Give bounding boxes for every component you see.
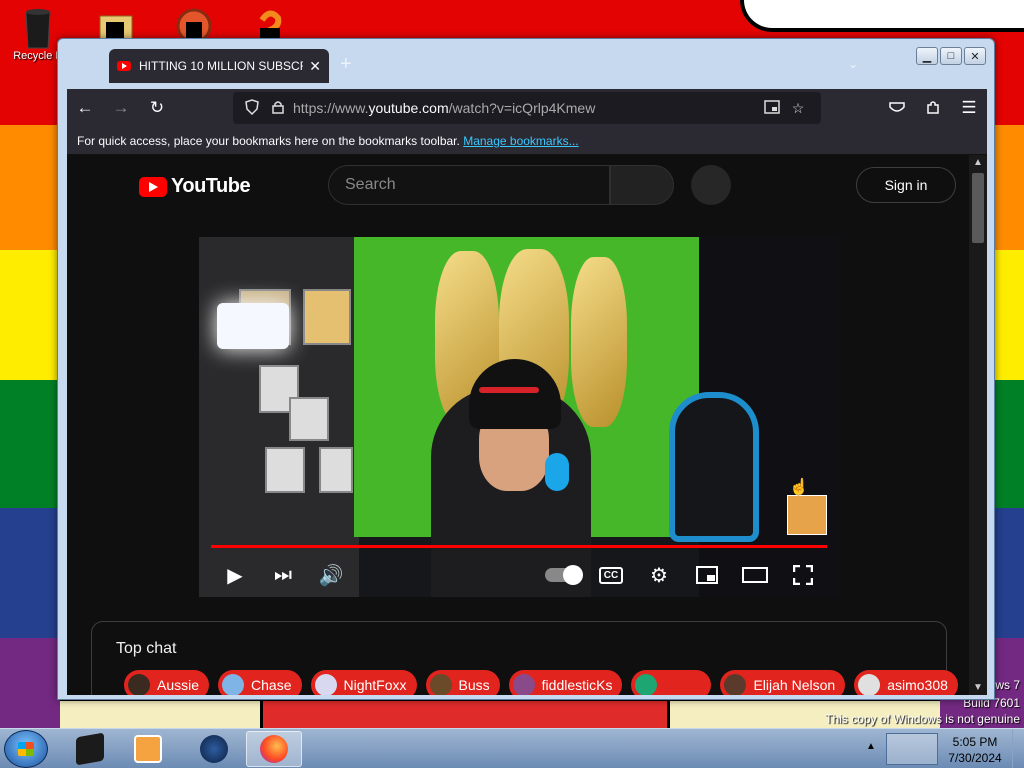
close-button[interactable]: ✕ (964, 47, 986, 65)
chat-chip[interactable]: Elijah Nelson (720, 670, 846, 695)
chat-chip[interactable]: Chase (218, 670, 302, 695)
globe-icon (200, 735, 228, 763)
video-scene-balloon (571, 257, 627, 427)
video-overlay-avatar (787, 495, 827, 535)
show-hidden-icons-icon[interactable]: ▲ (866, 741, 876, 752)
bookmarks-message: For quick access, place your bookmarks h… (77, 134, 460, 148)
scroll-up-icon[interactable]: ▲ (969, 157, 987, 168)
minimize-button[interactable]: ▁ (916, 47, 938, 65)
taskbar: ▲ 5:05 PM 7/30/2024 (0, 728, 1024, 768)
play-icon[interactable]: ▶ (211, 555, 259, 595)
search-input[interactable]: Search (328, 165, 610, 205)
reload-icon[interactable]: ↻ (139, 93, 175, 123)
taskbar-app-media[interactable] (120, 731, 176, 767)
navigation-toolbar: ← → ↻ https://www.youtube.com/watch?v=ic… (67, 89, 987, 127)
recycle-bin-icon (18, 6, 58, 50)
avatar (512, 674, 535, 695)
bookmarks-toolbar: For quick access, place your bookmarks h… (67, 127, 987, 155)
back-arrow-icon[interactable]: ← (67, 93, 103, 123)
player-controls: ▶ ⏭ 🔊 CC ⚙ (199, 555, 839, 595)
chat-chip[interactable]: asimo308 (854, 670, 958, 695)
chat-chip[interactable]: Buss (425, 670, 500, 695)
search-button[interactable] (610, 165, 674, 205)
video-scene-ring-light (217, 303, 289, 349)
taskbar-app-explorer[interactable] (62, 731, 118, 767)
show-desktop-button[interactable] (1012, 729, 1024, 768)
settings-gear-icon[interactable]: ⚙ (635, 555, 683, 595)
chat-chip[interactable]: NightFoxx (310, 670, 417, 695)
youtube-play-logo-icon (139, 176, 167, 197)
chat-title: Top chat (116, 640, 177, 657)
video-scene-shelf (199, 237, 359, 597)
fullscreen-icon[interactable] (779, 555, 827, 595)
video-scene-chair (669, 392, 759, 542)
chat-chip[interactable]: fiddlesticKs (508, 670, 623, 695)
windows-watermark-line1: ws 7 (995, 678, 1020, 692)
picture-in-picture-icon[interactable] (761, 99, 783, 117)
new-tab-icon[interactable]: + (340, 53, 352, 76)
avatar (858, 674, 881, 695)
avatar (724, 674, 747, 695)
menu-hamburger-icon[interactable]: ☰ (951, 93, 987, 123)
voice-search-button[interactable] (691, 165, 731, 205)
tab-title: HITTING 10 MILLION SUBSCRIB (139, 59, 304, 73)
wallpaper-cartoon-bottom (60, 698, 940, 731)
page-scrollbar[interactable]: ▲ ▼ (969, 155, 987, 695)
pocket-icon[interactable] (879, 93, 915, 123)
autoplay-toggle[interactable] (545, 565, 583, 585)
tab-close-icon[interactable]: ✕ (309, 58, 321, 75)
scroll-down-icon[interactable]: ▼ (969, 682, 987, 693)
avatar (635, 674, 658, 695)
url-text[interactable]: https://www.youtube.com/watch?v=icQrlp4K… (293, 100, 761, 116)
chat-chip[interactable]: Aussie (124, 670, 210, 695)
windows-watermark-line3: This copy of Windows is not genuine (825, 712, 1020, 726)
bookmark-star-icon[interactable]: ☆ (787, 100, 809, 117)
url-bar[interactable]: https://www.youtube.com/watch?v=icQrlp4K… (233, 92, 821, 124)
tray-firefox-preview-icon[interactable] (886, 733, 938, 765)
extensions-icon[interactable] (915, 93, 951, 123)
firefox-icon (260, 735, 288, 763)
youtube-logo[interactable]: YouTube (139, 175, 251, 198)
media-player-icon (134, 735, 162, 763)
next-video-icon[interactable]: ⏭ (259, 555, 307, 595)
miniplayer-icon[interactable] (683, 555, 731, 595)
video-player[interactable]: ☝ ▶ ⏭ 🔊 CC ⚙ (199, 237, 839, 597)
avatar (314, 674, 337, 695)
sign-in-button[interactable]: Sign in (856, 167, 956, 203)
list-all-tabs-icon[interactable]: ⌄ (848, 57, 858, 71)
url-host: youtube.com (368, 100, 449, 116)
forward-arrow-icon[interactable]: → (103, 93, 139, 123)
avatar (222, 674, 245, 695)
video-progress-bar[interactable] (211, 545, 827, 548)
captions-icon[interactable]: CC (587, 555, 635, 595)
youtube-favicon-icon (117, 61, 131, 71)
clock-date: 7/30/2024 (948, 751, 1002, 765)
theater-mode-icon[interactable] (731, 555, 779, 595)
youtube-logo-text: YouTube (171, 175, 251, 197)
video-scene-microphone (545, 453, 569, 491)
manage-bookmarks-link[interactable]: Manage bookmarks... (463, 134, 578, 148)
tracking-shield-icon[interactable] (241, 98, 263, 118)
cube-app-icon (76, 732, 104, 766)
lock-icon[interactable] (267, 100, 289, 117)
window-controls: ▁ □ ✕ (916, 47, 986, 65)
mouse-cursor-icon: ☝ (789, 479, 809, 496)
live-chat-panel: Top chat Aussie Chase NightFoxx Buss fid… (91, 621, 958, 695)
start-button[interactable] (4, 730, 48, 768)
firefox-window: HITTING 10 MILLION SUBSCRIB ✕ + ⌄ ▁ □ ✕ … (57, 38, 995, 700)
chat-chips: Aussie Chase NightFoxx Buss fiddlesticKs… (124, 670, 958, 695)
maximize-button[interactable]: □ (940, 47, 962, 65)
volume-icon[interactable]: 🔊 (307, 555, 355, 595)
clock-time: 5:05 PM (952, 735, 998, 749)
chat-chip[interactable] (631, 670, 712, 695)
browser-tab[interactable]: HITTING 10 MILLION SUBSCRIB ✕ (109, 49, 329, 83)
taskbar-app-firefox[interactable] (246, 731, 302, 767)
page-content: YouTube Search Sign in ☝ ▶ ⏭ 🔊 CC ⚙ Top … (67, 155, 987, 695)
wallpaper-cartoon-top (740, 0, 1024, 32)
avatar (128, 674, 150, 695)
taskbar-app-globe[interactable] (186, 731, 242, 767)
taskbar-clock[interactable]: 5:05 PM 7/30/2024 (940, 734, 1010, 766)
scrollbar-thumb[interactable] (972, 173, 984, 243)
avatar (429, 674, 452, 695)
